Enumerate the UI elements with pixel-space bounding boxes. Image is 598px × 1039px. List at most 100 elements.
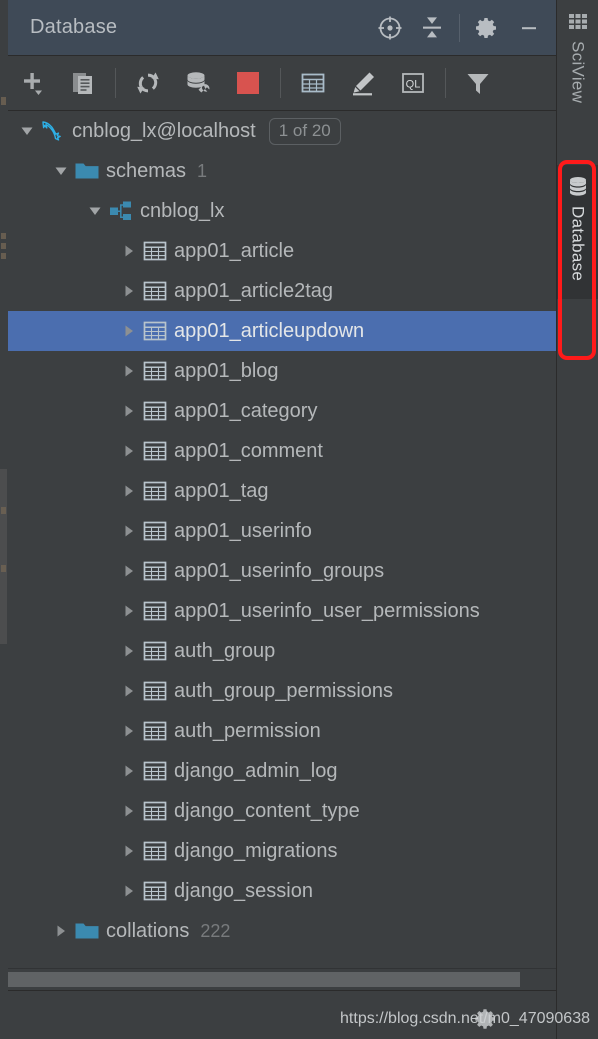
table-icon — [140, 880, 170, 902]
table-icon — [140, 800, 170, 822]
refresh-icon[interactable] — [123, 56, 173, 110]
horizontal-scrollbar-thumb[interactable] — [8, 972, 520, 987]
tree-twisty[interactable] — [118, 443, 140, 459]
tree-row[interactable]: schemas 1 — [8, 151, 556, 191]
chevron-right-icon — [125, 685, 133, 697]
rail-label-database: Database — [568, 206, 588, 282]
jump-to-console-icon[interactable] — [369, 0, 411, 55]
table-icon — [143, 281, 167, 301]
tree-row[interactable]: app01_userinfo_user_permissions — [8, 591, 556, 631]
chevron-right-icon — [125, 885, 133, 897]
tree-row[interactable]: app01_article — [8, 231, 556, 271]
database-tools-icon[interactable] — [173, 56, 223, 110]
folder-icon — [72, 160, 102, 182]
tree-twisty[interactable] — [118, 483, 140, 499]
add-new-icon[interactable] — [8, 56, 58, 110]
tree-row[interactable]: app01_comment — [8, 431, 556, 471]
panel-titlebar: Database — [8, 0, 556, 56]
database-tree[interactable]: cnblog_lx@localhost 1 of 20 schemas 1 cnblog… — [8, 111, 556, 968]
tree-row-label: app01_userinfo — [174, 520, 312, 542]
settings-gear-icon[interactable] — [466, 0, 508, 55]
schema-icon — [110, 201, 131, 220]
tree-row[interactable]: django_session — [8, 871, 556, 911]
chevron-right-icon — [125, 245, 133, 257]
tree-row[interactable]: collations 222 — [8, 911, 556, 951]
tree-twisty[interactable] — [118, 243, 140, 259]
tree-twisty[interactable] — [118, 523, 140, 539]
table-icon — [140, 680, 170, 702]
tree-twisty[interactable] — [118, 883, 140, 899]
tree-twisty[interactable] — [118, 803, 140, 819]
tree-twisty[interactable] — [50, 163, 72, 179]
tree-row[interactable]: cnblog_lx — [8, 191, 556, 231]
database-tool-window: Database QL cnblog_lx@localhost 1 of 20 … — [0, 0, 598, 1039]
tree-row[interactable]: cnblog_lx@localhost 1 of 20 — [8, 111, 556, 151]
toolbar-divider-3 — [445, 68, 446, 98]
table-icon — [143, 521, 167, 541]
tree-twisty[interactable] — [118, 283, 140, 299]
table-icon — [143, 481, 167, 501]
tree-twisty[interactable] — [84, 203, 106, 219]
chevron-right-icon — [125, 605, 133, 617]
tree-twisty[interactable] — [118, 763, 140, 779]
tree-row[interactable]: auth_group_permissions — [8, 671, 556, 711]
tree-row[interactable]: auth_permission — [8, 711, 556, 751]
modify-icon[interactable] — [338, 56, 388, 110]
tree-twisty[interactable] — [118, 643, 140, 659]
tree-row[interactable]: django_content_type — [8, 791, 556, 831]
chevron-right-icon — [125, 845, 133, 857]
tree-twisty[interactable] — [118, 843, 140, 859]
tree-row[interactable]: auth_group — [8, 631, 556, 671]
collapse-all-icon[interactable] — [411, 0, 453, 55]
tree-twisty[interactable] — [50, 923, 72, 939]
horizontal-scrollbar-track[interactable] — [8, 968, 556, 991]
tree-row[interactable]: app01_tag — [8, 471, 556, 511]
query-console-icon[interactable]: QL — [388, 56, 438, 110]
chevron-right-icon — [125, 765, 133, 777]
chevron-right-icon — [125, 325, 133, 337]
tree-twisty[interactable] — [16, 123, 38, 139]
tree-row[interactable]: django_migrations — [8, 831, 556, 871]
table-editor-icon[interactable] — [288, 56, 338, 110]
table-icon — [140, 840, 170, 862]
tree-row-label: app01_userinfo_groups — [174, 560, 385, 582]
tree-row[interactable]: django_admin_log — [8, 751, 556, 791]
tree-row[interactable]: app01_userinfo_groups — [8, 551, 556, 591]
chevron-right-icon — [125, 285, 133, 297]
tree-row-selected[interactable]: app01_articleupdown — [8, 311, 556, 351]
table-icon — [140, 600, 170, 622]
table-icon — [143, 841, 167, 861]
tree-row-label: app01_article — [174, 240, 295, 262]
table-icon — [143, 361, 167, 381]
tree-twisty[interactable] — [118, 563, 140, 579]
tree-twisty[interactable] — [118, 683, 140, 699]
tree-row-label: app01_category — [174, 400, 318, 422]
filter-icon[interactable] — [453, 56, 503, 110]
database-cylinder-icon — [569, 177, 586, 196]
table-icon — [143, 881, 167, 901]
minimize-icon[interactable] — [508, 0, 550, 55]
page-title: Database — [30, 16, 118, 38]
tree-row-label: app01_article2tag — [174, 280, 334, 302]
table-icon — [140, 440, 170, 462]
tree-row[interactable]: app01_category — [8, 391, 556, 431]
tree-row-label: auth_group_permissions — [174, 680, 394, 702]
rail-item-sciview[interactable]: SciView — [557, 12, 598, 103]
tree-twisty[interactable] — [118, 403, 140, 419]
tree-row[interactable]: app01_blog — [8, 351, 556, 391]
stop-icon[interactable] — [223, 56, 273, 110]
tree-twisty[interactable] — [118, 603, 140, 619]
tree-row-label: cnblog_lx — [140, 200, 225, 222]
tree-twisty[interactable] — [118, 323, 140, 339]
tree-twisty[interactable] — [118, 723, 140, 739]
chevron-down-icon — [21, 127, 33, 135]
tree-twisty[interactable] — [118, 363, 140, 379]
tree-row[interactable]: app01_article2tag — [8, 271, 556, 311]
tree-row[interactable]: app01_userinfo — [8, 511, 556, 551]
duplicate-icon[interactable] — [58, 56, 108, 110]
folder-icon — [75, 923, 99, 939]
tree-row-label: app01_userinfo_user_permissions — [174, 600, 480, 622]
table-icon — [140, 480, 170, 502]
table-icon — [140, 520, 170, 542]
rail-item-database[interactable]: Database — [557, 165, 598, 300]
